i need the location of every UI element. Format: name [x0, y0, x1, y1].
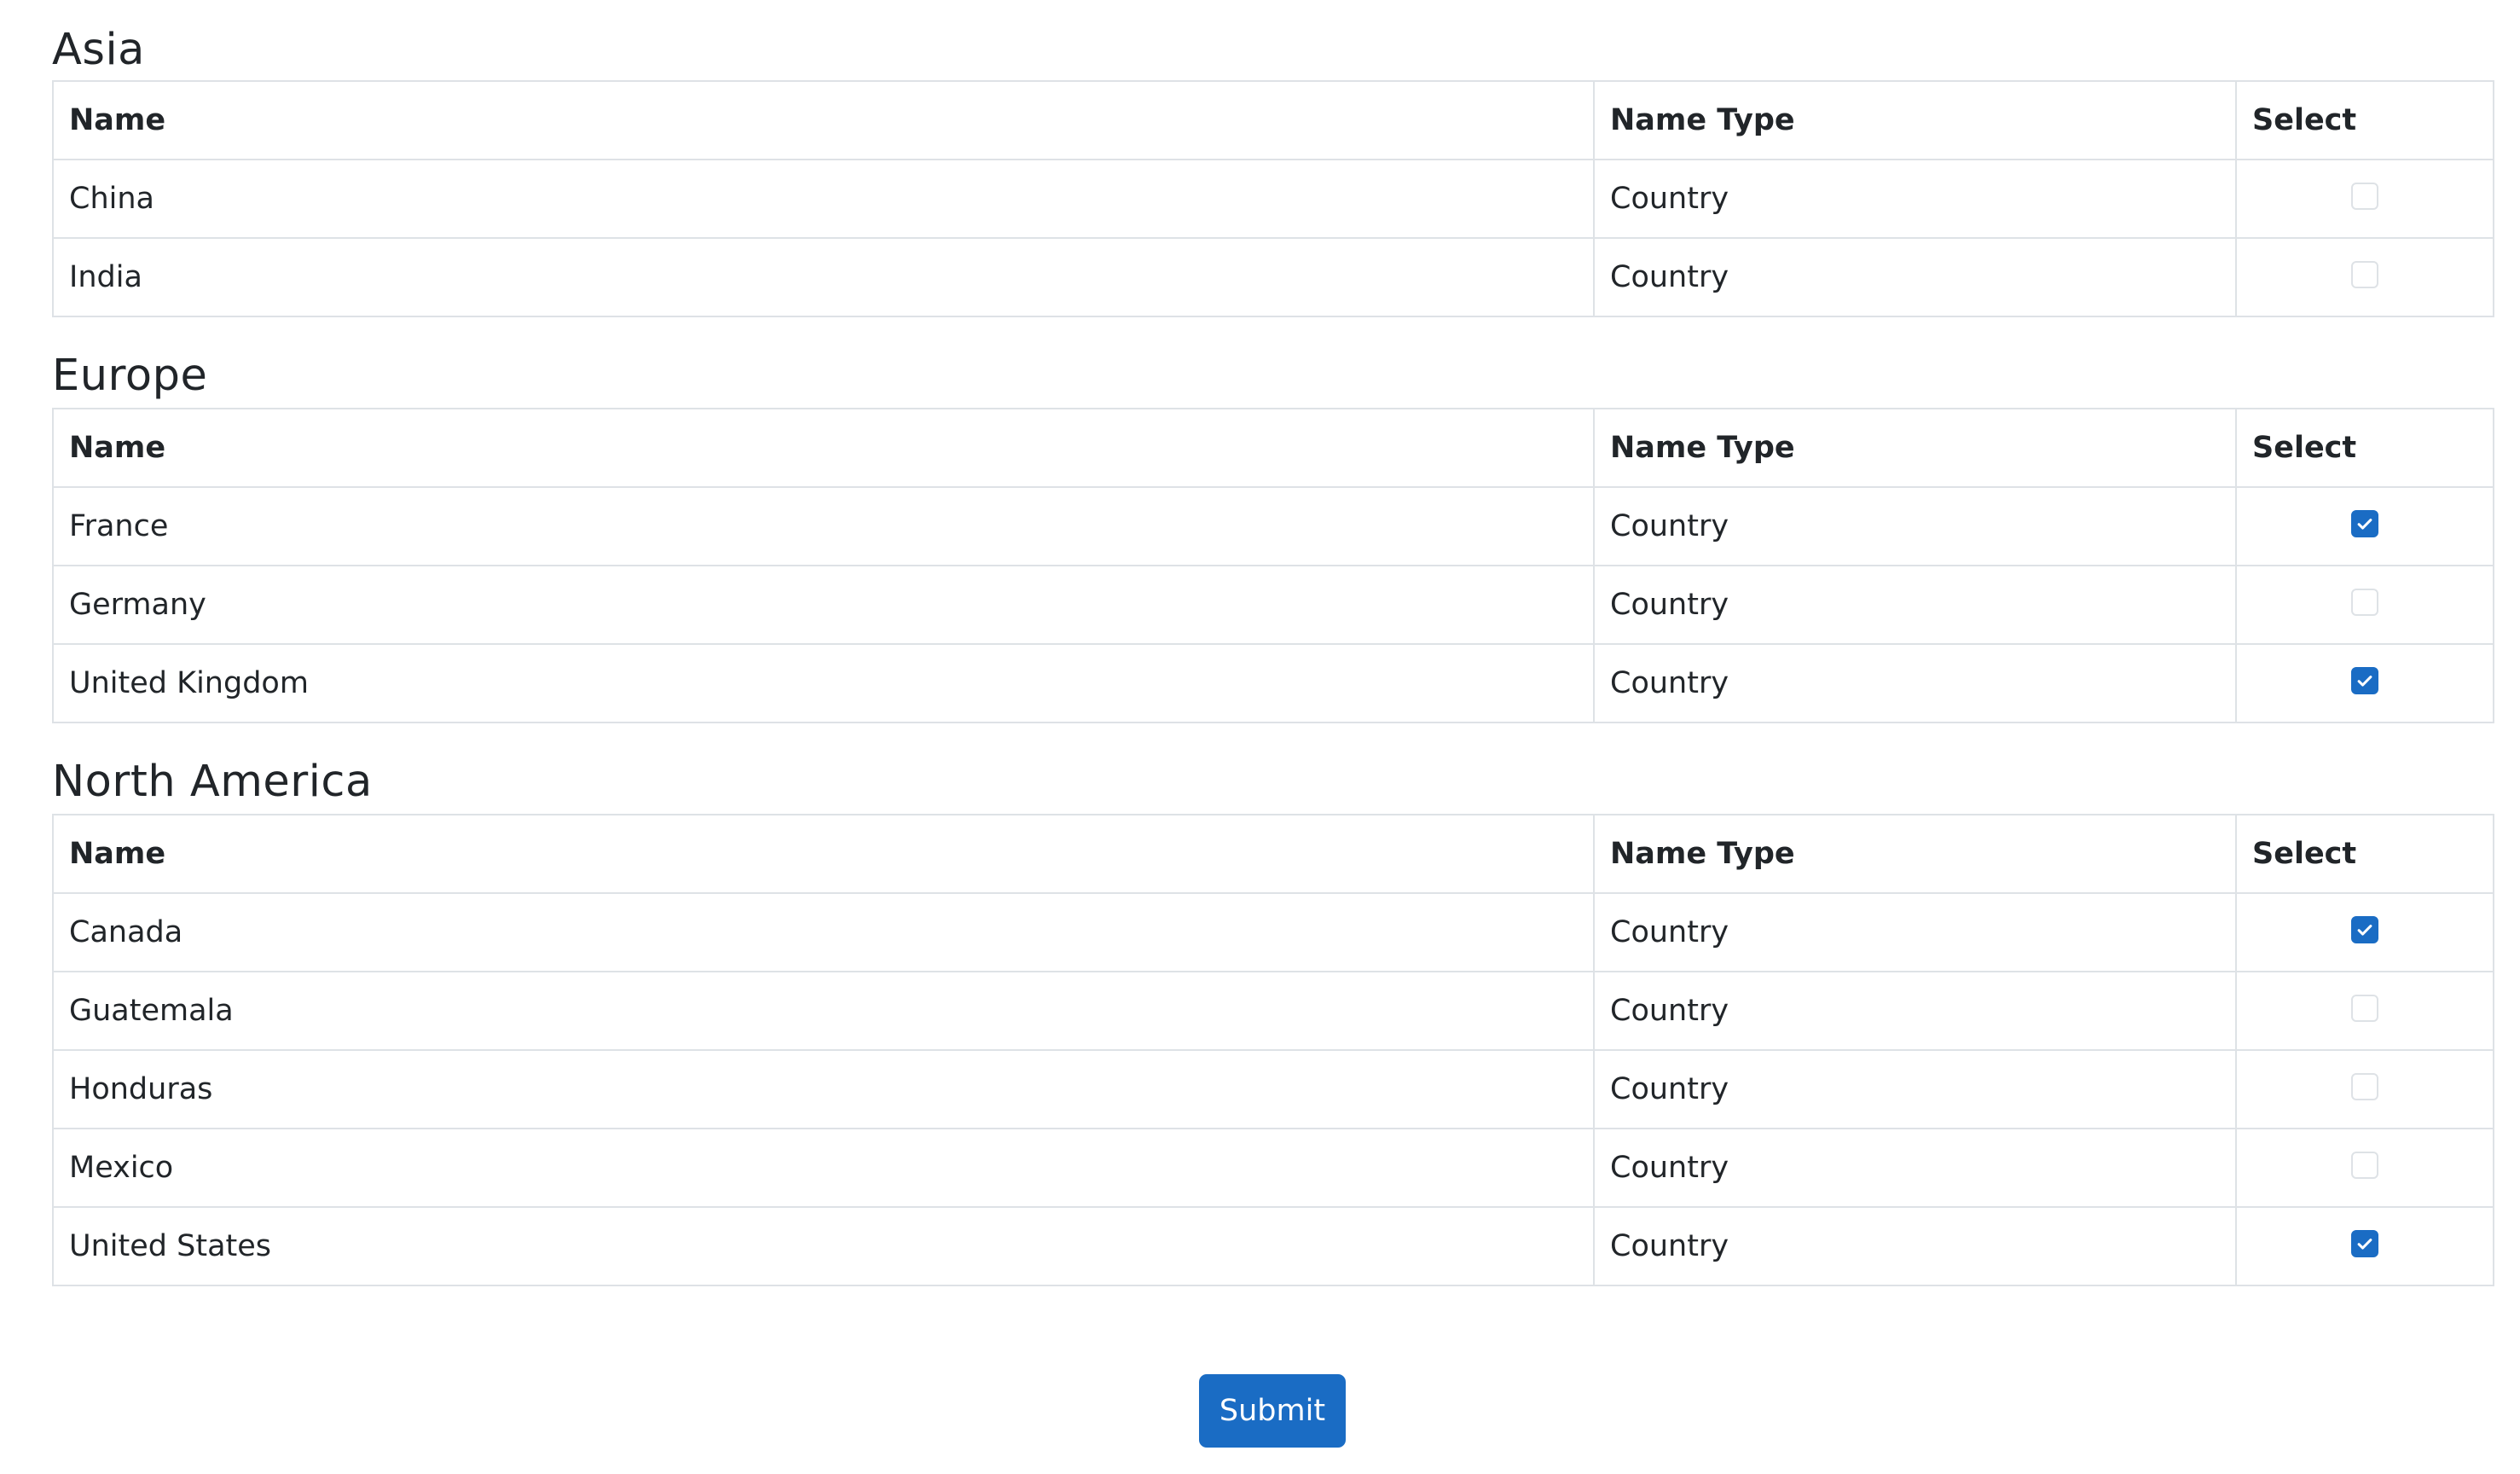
- cell-name-type: Country: [1593, 1128, 2237, 1208]
- cell-name-type: Country: [1593, 565, 2237, 645]
- table-row: Honduras Country: [52, 1049, 2494, 1129]
- column-header-name-type: Name Type: [1593, 80, 2237, 160]
- section-title-north-america: North America: [52, 757, 373, 807]
- checkmark-icon: [2357, 519, 2372, 530]
- table-header-row: Name Name Type Select: [52, 814, 2494, 894]
- section-title-europe: Europe: [52, 351, 208, 401]
- cell-name-type: Country: [1593, 1206, 2237, 1286]
- cell-name-type: Country: [1593, 1049, 2237, 1129]
- table-row: Guatemala Country: [52, 971, 2494, 1051]
- cell-name: Germany: [52, 565, 1595, 645]
- cell-select: [2235, 159, 2494, 239]
- select-checkbox[interactable]: [2351, 1152, 2378, 1179]
- section-title-asia: Asia: [52, 25, 145, 75]
- column-header-name-type: Name Type: [1593, 814, 2237, 894]
- table-row: Germany Country: [52, 565, 2494, 645]
- table-row: Canada Country: [52, 892, 2494, 972]
- checkmark-icon: [2357, 676, 2372, 687]
- cell-name-type: Country: [1593, 237, 2237, 317]
- select-checkbox[interactable]: [2351, 1230, 2378, 1257]
- table-row: China Country: [52, 159, 2494, 239]
- column-header-select: Select: [2235, 80, 2494, 160]
- submit-button[interactable]: Submit: [1199, 1374, 1346, 1448]
- cell-select: [2235, 565, 2494, 645]
- select-checkbox[interactable]: [2351, 183, 2378, 210]
- cell-select: [2235, 1206, 2494, 1286]
- cell-name: India: [52, 237, 1595, 317]
- table-row: France Country: [52, 486, 2494, 566]
- column-header-select: Select: [2235, 814, 2494, 894]
- cell-name: France: [52, 486, 1595, 566]
- cell-name: Guatemala: [52, 971, 1595, 1051]
- select-checkbox[interactable]: [2351, 261, 2378, 288]
- column-header-name: Name: [52, 80, 1595, 160]
- table-row: Mexico Country: [52, 1128, 2494, 1208]
- table-row: India Country: [52, 237, 2494, 317]
- cell-name-type: Country: [1593, 892, 2237, 972]
- column-header-name: Name: [52, 814, 1595, 894]
- checkmark-icon: [2357, 1239, 2372, 1250]
- cell-select: [2235, 643, 2494, 723]
- cell-name: Honduras: [52, 1049, 1595, 1129]
- cell-select: [2235, 486, 2494, 566]
- cell-name: United States: [52, 1206, 1595, 1286]
- cell-select: [2235, 1128, 2494, 1208]
- region-table-europe: Name Name Type Select France Country Ger…: [52, 408, 2494, 723]
- region-table-asia: Name Name Type Select China Country Indi…: [52, 80, 2494, 317]
- cell-select: [2235, 1049, 2494, 1129]
- select-checkbox[interactable]: [2351, 1073, 2378, 1100]
- column-header-select: Select: [2235, 408, 2494, 488]
- cell-name-type: Country: [1593, 643, 2237, 723]
- cell-name-type: Country: [1593, 159, 2237, 239]
- cell-select: [2235, 892, 2494, 972]
- select-checkbox[interactable]: [2351, 667, 2378, 694]
- cell-select: [2235, 237, 2494, 317]
- table-row: United States Country: [52, 1206, 2494, 1286]
- cell-name-type: Country: [1593, 486, 2237, 566]
- region-selection-page: Asia Name Name Type Select China Country: [52, 0, 2494, 1286]
- cell-name: United Kingdom: [52, 643, 1595, 723]
- submit-area: Submit: [0, 1374, 2520, 1448]
- checkmark-icon: [2357, 925, 2372, 936]
- cell-name-type: Country: [1593, 971, 2237, 1051]
- column-header-name: Name: [52, 408, 1595, 488]
- table-header-row: Name Name Type Select: [52, 80, 2494, 160]
- select-checkbox[interactable]: [2351, 916, 2378, 943]
- select-checkbox[interactable]: [2351, 589, 2378, 616]
- region-table-north-america: Name Name Type Select Canada Country Gua…: [52, 814, 2494, 1286]
- table-row: United Kingdom Country: [52, 643, 2494, 723]
- cell-select: [2235, 971, 2494, 1051]
- column-header-name-type: Name Type: [1593, 408, 2237, 488]
- select-checkbox[interactable]: [2351, 995, 2378, 1022]
- cell-name: Mexico: [52, 1128, 1595, 1208]
- cell-name: Canada: [52, 892, 1595, 972]
- select-checkbox[interactable]: [2351, 510, 2378, 537]
- table-header-row: Name Name Type Select: [52, 408, 2494, 488]
- cell-name: China: [52, 159, 1595, 239]
